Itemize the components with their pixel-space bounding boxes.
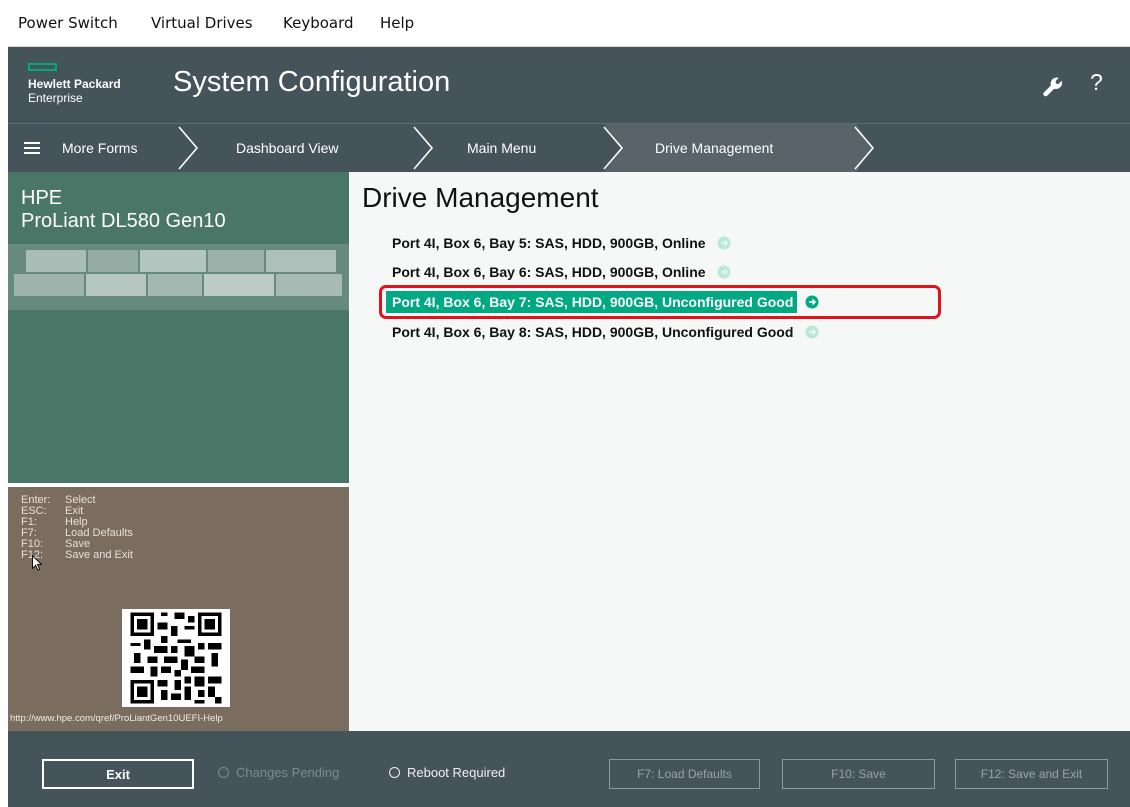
- chevron-right-icon: [178, 126, 199, 170]
- drive-label: Port 4I, Box 6, Bay 6: SAS, HDD, 900GB, …: [392, 264, 706, 280]
- bios-window: Power Switch Virtual Drives Keyboard Hel…: [8, 0, 1130, 807]
- server-info-panel: HPE ProLiant DL580 Gen10: [8, 172, 349, 483]
- menu-help[interactable]: Help: [380, 14, 414, 32]
- more-forms-button[interactable]: More Forms: [62, 124, 137, 172]
- drive-label: Port 4I, Box 6, Bay 8: SAS, HDD, 900GB, …: [392, 324, 794, 340]
- reboot-required-indicator: Reboot Required: [389, 765, 505, 780]
- main-content: Drive Management Port 4I, Box 6, Bay 5: …: [350, 172, 1130, 731]
- menu-bar: Power Switch Virtual Drives Keyboard Hel…: [8, 0, 1130, 47]
- chevron-right-icon: [851, 124, 875, 172]
- help-url[interactable]: http://www.hpe.com/qref/ProLiantGen10UEF…: [10, 713, 223, 724]
- app-title: System Configuration: [173, 66, 451, 98]
- qr-code: [122, 609, 230, 707]
- mouse-cursor-icon: [32, 555, 43, 571]
- footer-bar: Exit Changes Pending Reboot Required F7:…: [8, 731, 1130, 807]
- menu-power-switch[interactable]: Power Switch: [18, 14, 118, 32]
- server-brand: HPE: [21, 187, 63, 209]
- help-icon[interactable]: ?: [1090, 69, 1103, 96]
- changes-pending-indicator: Changes Pending: [218, 765, 339, 780]
- arrow-right-circle-icon: [805, 325, 819, 339]
- hpe-logo: Hewlett Packard Enterprise: [28, 61, 148, 111]
- key-legend: Enter: Select ESC: Exit F1: Help F7: Load De…: [21, 495, 133, 561]
- save-and-exit-button[interactable]: F12: Save and Exit: [955, 759, 1108, 789]
- menu-virtual-drives[interactable]: Virtual Drives: [151, 14, 253, 32]
- drive-item[interactable]: Port 4I, Box 6, Bay 8: SAS, HDD, 900GB, …: [388, 321, 819, 343]
- save-button[interactable]: F10: Save: [782, 759, 935, 789]
- chevron-right-icon: [600, 124, 624, 172]
- arrow-right-circle-icon: [717, 265, 731, 279]
- load-defaults-button[interactable]: F7: Load Defaults: [609, 759, 760, 789]
- changes-pending-label: Changes Pending: [236, 765, 340, 780]
- selection-highlight-annotation: [379, 285, 941, 319]
- reboot-required-label: Reboot Required: [407, 765, 506, 780]
- logo-company-subname: Enterprise: [28, 91, 83, 105]
- redacted-info: [8, 244, 349, 310]
- menu-keyboard[interactable]: Keyboard: [283, 14, 354, 32]
- drive-item[interactable]: Port 4I, Box 6, Bay 5: SAS, HDD, 900GB, …: [388, 232, 731, 254]
- help-panel: Enter: Select ESC: Exit F1: Help F7: Load De…: [8, 487, 349, 731]
- breadcrumb-main-menu[interactable]: Main Menu: [467, 124, 536, 172]
- logo-company-name: Hewlett Packard: [28, 77, 121, 91]
- chevron-right-icon: [413, 126, 434, 170]
- page-title: Drive Management: [362, 182, 599, 213]
- server-model: ProLiant DL580 Gen10: [21, 210, 226, 232]
- arrow-right-circle-icon: [717, 236, 731, 250]
- radio-icon: [218, 767, 229, 779]
- breadcrumb-dashboard-view[interactable]: Dashboard View: [236, 124, 338, 172]
- hpe-logo-mark: [28, 63, 57, 71]
- breadcrumb: More Forms Dashboard View Main Menu Driv…: [8, 123, 1130, 172]
- wrench-icon[interactable]: [1042, 76, 1064, 98]
- drive-label: Port 4I, Box 6, Bay 5: SAS, HDD, 900GB, …: [392, 235, 706, 251]
- breadcrumb-drive-management[interactable]: Drive Management: [655, 124, 773, 172]
- hamburger-icon[interactable]: [24, 142, 40, 155]
- app-header: Hewlett Packard Enterprise System Config…: [8, 47, 1130, 123]
- drive-item[interactable]: Port 4I, Box 6, Bay 6: SAS, HDD, 900GB, …: [388, 261, 731, 283]
- exit-button[interactable]: Exit: [42, 759, 194, 789]
- radio-icon: [389, 767, 400, 779]
